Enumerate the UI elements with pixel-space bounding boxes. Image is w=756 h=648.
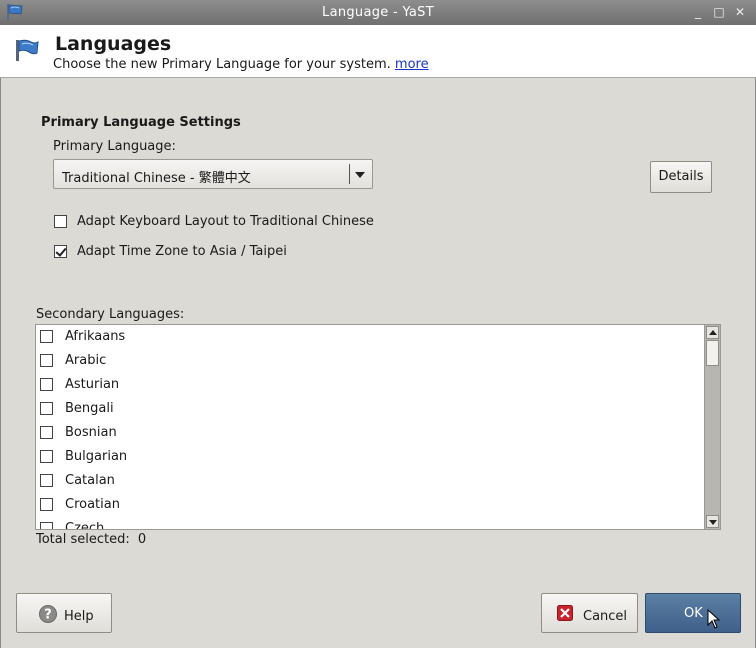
list-item[interactable]: Czech: [36, 517, 704, 530]
language-checkbox[interactable]: [40, 402, 53, 415]
language-label: Afrikaans: [65, 329, 126, 344]
language-checkbox[interactable]: [40, 498, 53, 511]
question-icon: ?: [39, 605, 57, 623]
list-item[interactable]: Bosnian: [36, 421, 704, 445]
list-item[interactable]: Asturian: [36, 373, 704, 397]
help-label: Help: [64, 609, 94, 624]
adapt-timezone-label[interactable]: Adapt Time Zone to Asia / Taipei: [77, 244, 287, 259]
ok-label: OK: [684, 606, 703, 621]
adapt-keyboard-checkbox[interactable]: [54, 215, 67, 228]
page-subtitle: Choose the new Primary Language for your…: [53, 57, 429, 72]
close-button[interactable]: ✕: [732, 4, 748, 20]
language-label: Bengali: [65, 401, 114, 416]
language-checkbox[interactable]: [40, 426, 53, 439]
title-bar: Language - YaST _ □ ✕: [0, 0, 756, 25]
language-label: Asturian: [65, 377, 120, 392]
more-link[interactable]: more: [395, 57, 429, 72]
ok-button[interactable]: OK: [645, 593, 741, 633]
language-checkbox[interactable]: [40, 330, 53, 343]
total-selected-count: 0: [137, 532, 147, 547]
help-button[interactable]: ? Help: [16, 593, 112, 633]
primary-language-select[interactable]: Traditional Chinese - 繁體中文: [53, 159, 373, 189]
window-border-left: [0, 25, 1, 648]
adapt-timezone-checkbox[interactable]: [54, 245, 67, 258]
language-checkbox[interactable]: [40, 450, 53, 463]
subtitle-text: Choose the new Primary Language for your…: [53, 57, 391, 72]
language-label: Bosnian: [65, 425, 117, 440]
secondary-languages-list[interactable]: Afrikaans Arabic Asturian Bengali Bosnia…: [35, 324, 721, 530]
scroll-thumb[interactable]: [706, 340, 719, 366]
page-title: Languages: [55, 33, 172, 55]
list-scrollbar[interactable]: [704, 325, 720, 529]
total-selected-label: Total selected:: [36, 532, 130, 547]
language-label: Bulgarian: [65, 449, 128, 464]
secondary-languages-label: Secondary Languages:: [36, 307, 185, 322]
cancel-x-icon: [557, 605, 573, 621]
total-selected: Total selected: 0: [36, 532, 146, 547]
list-item[interactable]: Bulgarian: [36, 445, 704, 469]
mouse-pointer-icon: [707, 609, 721, 629]
window-title: Language - YaST: [322, 5, 434, 20]
language-checkbox[interactable]: [40, 474, 53, 487]
language-label: Arabic: [65, 353, 107, 368]
scroll-up-icon[interactable]: [706, 326, 719, 339]
svg-text:?: ?: [44, 608, 52, 623]
language-checkbox[interactable]: [40, 378, 53, 391]
language-label: Croatian: [65, 497, 120, 512]
chevron-down-icon: [355, 172, 365, 178]
language-checkbox[interactable]: [40, 522, 53, 529]
primary-language-label: Primary Language:: [53, 139, 176, 154]
language-checkbox[interactable]: [40, 354, 53, 367]
flag-icon: [16, 39, 39, 61]
maximize-button[interactable]: □: [711, 4, 727, 20]
adapt-keyboard-label[interactable]: Adapt Keyboard Layout to Traditional Chi…: [77, 214, 374, 229]
language-label: Catalan: [65, 473, 115, 488]
minimize-button[interactable]: _: [690, 4, 706, 20]
scroll-down-icon[interactable]: [706, 515, 719, 528]
combo-separator: [349, 164, 350, 184]
dialog-header: Languages Choose the new Primary Languag…: [0, 25, 756, 78]
list-item[interactable]: Bengali: [36, 397, 704, 421]
cancel-button[interactable]: Cancel: [541, 593, 638, 633]
list-item[interactable]: Catalan: [36, 469, 704, 493]
cancel-label: Cancel: [583, 609, 628, 624]
list-item[interactable]: Arabic: [36, 349, 704, 373]
details-button[interactable]: Details: [650, 161, 712, 193]
primary-language-value: Traditional Chinese - 繁體中文: [62, 171, 251, 186]
language-label: Czech: [65, 521, 105, 530]
primary-settings-heading: Primary Language Settings: [41, 115, 241, 130]
list-item[interactable]: Croatian: [36, 493, 704, 517]
list-item[interactable]: Afrikaans: [36, 325, 704, 349]
